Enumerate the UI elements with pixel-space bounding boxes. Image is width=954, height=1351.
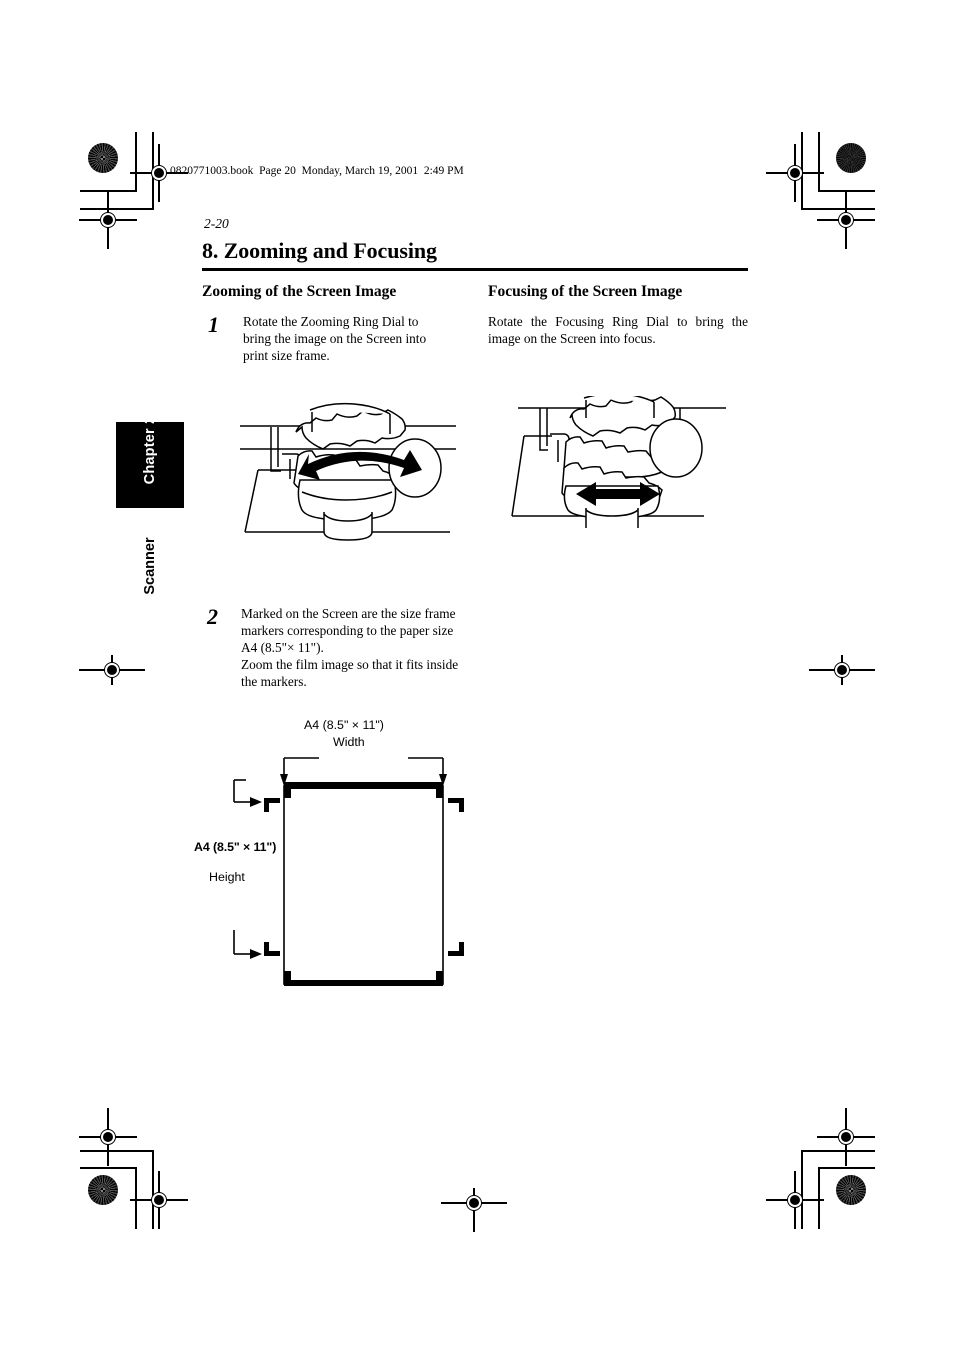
illustration-zoom-ring-dial: [240, 396, 456, 544]
crop-line: [819, 1167, 875, 1169]
illustration-focus-ring-dial: [504, 396, 726, 528]
registration-target: [130, 1171, 188, 1229]
page-title: 8. Zooming and Focusing: [202, 238, 437, 263]
registration-target: [79, 191, 137, 249]
step-text-left-1: Rotate the Zooming Ring Dial to bring th…: [243, 314, 427, 364]
registration-target: [817, 191, 875, 249]
chapter-tab-label: Chapter 2: [142, 415, 158, 485]
registration-target: [766, 1171, 824, 1229]
halftone-dot-target: [88, 1175, 118, 1205]
crop-line: [135, 1167, 137, 1229]
step-text-right-1: Rotate the Focusing Ring Dial to bring t…: [488, 314, 748, 347]
crop-line: [818, 1167, 820, 1229]
crop-line: [80, 1167, 136, 1169]
step-number-left-2: 2: [207, 604, 218, 629]
title-rule: [202, 268, 748, 272]
file-header-line: 0820771003.book Page 20 Monday, March 19…: [170, 165, 464, 177]
registration-target: [817, 1108, 875, 1166]
document-page: 0820771003.book Page 20 Monday, March 19…: [0, 0, 954, 1351]
registration-target: [79, 1108, 137, 1166]
halftone-dot-target: [88, 143, 118, 173]
page-number: 2-20: [204, 216, 229, 231]
chapter-tab: Chapter 2: [116, 416, 184, 508]
crop-line: [819, 190, 875, 192]
registration-target-bottom-mid: [441, 1188, 507, 1232]
registration-target-left-mid: [79, 655, 145, 685]
a4-frame-diagram: A4 (8.5" × 11") Width A4 (8.5" × 11") He…: [186, 718, 486, 986]
chapter-section-text: Scanner: [142, 537, 158, 595]
crop-line: [135, 132, 137, 192]
step-number-left-1: 1: [208, 312, 219, 337]
step-text-left-2: Marked on the Screen are the size frame …: [241, 606, 459, 690]
halftone-dot-target: [836, 1175, 866, 1205]
registration-target-right-mid: [809, 655, 875, 685]
right-column-heading: Focusing of the Screen Image: [488, 283, 683, 300]
chapter-section-label: Scanner: [122, 530, 178, 610]
registration-target: [766, 144, 824, 202]
left-column-heading: Zooming of the Screen Image: [202, 283, 397, 300]
halftone-dot-target: [836, 143, 866, 173]
crop-line: [818, 132, 820, 192]
